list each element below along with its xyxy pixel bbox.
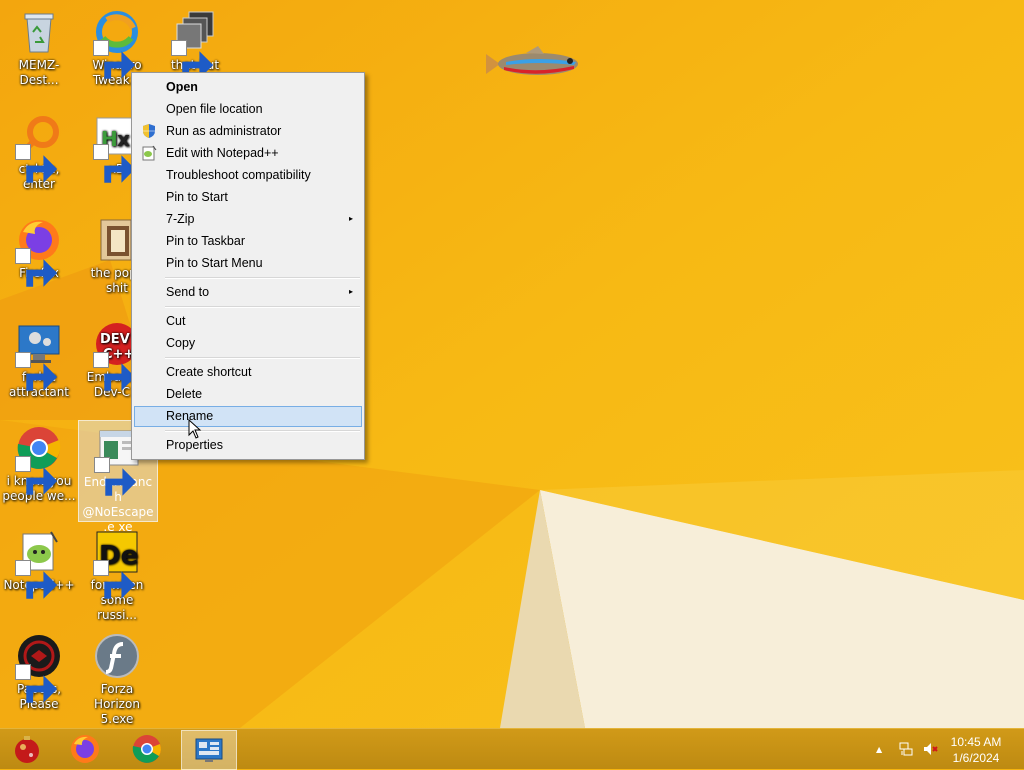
windows-stack-icon	[171, 8, 219, 79]
menu-item-open-file-location[interactable]: Open file location	[135, 99, 361, 119]
firefox-icon	[15, 216, 63, 287]
svg-text:DEV: DEV	[100, 332, 130, 347]
system-clock[interactable]: 10:45 AM 1/6/2024	[946, 734, 1006, 766]
clock-date: 1/6/2024	[952, 751, 1000, 765]
menu-item-run-as-administrator[interactable]: Run as administrator	[135, 121, 361, 141]
de-logo-icon: De	[93, 528, 141, 599]
desktop-icon-memz[interactable]: MEMZ-Dest...	[0, 4, 78, 104]
menu-item-create-shortcut[interactable]: Create shortcut	[135, 362, 361, 382]
taskbar-control-panel[interactable]	[181, 730, 237, 770]
chrome-icon	[15, 424, 63, 495]
menu-separator	[165, 357, 360, 359]
shortcut-arrow-icon	[15, 352, 58, 391]
shortcut-arrow-icon	[15, 248, 58, 287]
monitor-gear-icon	[15, 320, 63, 391]
volume-muted-icon[interactable]	[922, 741, 938, 757]
context-menu: Open Open file location Run as administr…	[131, 72, 365, 460]
menu-item-delete[interactable]: Delete	[135, 384, 361, 404]
shortcut-arrow-icon	[93, 352, 136, 391]
shortcut-arrow-icon	[93, 40, 136, 79]
notepadpp-icon	[15, 528, 63, 599]
show-hidden-icons-button[interactable]: ▲	[876, 745, 882, 754]
shortcut-arrow-icon	[93, 144, 136, 183]
menu-item-edit-with-notepadpp[interactable]: Edit with Notepad++	[135, 143, 361, 163]
chrome-icon	[132, 735, 161, 763]
shortcut-arrow-icon	[171, 40, 214, 79]
menu-item-pin-to-taskbar[interactable]: Pin to Taskbar	[135, 231, 361, 251]
menu-item-cut[interactable]: Cut	[135, 311, 361, 331]
menu-item-send-to[interactable]: Send to ▸	[135, 282, 361, 302]
desktop-icon-firefox[interactable]: Firefox	[0, 212, 78, 312]
network-icon[interactable]	[898, 741, 914, 757]
menu-item-pin-to-start[interactable]: Pin to Start	[135, 187, 361, 207]
menu-separator	[165, 277, 360, 279]
menu-item-troubleshoot-compatibility[interactable]: Troubleshoot compatibility	[135, 165, 361, 185]
recycle-bin-icon	[15, 8, 63, 56]
menu-item-pin-to-start-menu[interactable]: Pin to Start Menu	[135, 253, 361, 273]
menu-item-7zip[interactable]: 7-Zip ▸	[135, 209, 361, 229]
start-button[interactable]	[0, 730, 54, 768]
ornament-start-icon	[15, 736, 39, 763]
desktop-icon-forza[interactable]: Forza Horizon 5.exe	[78, 628, 156, 728]
shortcut-arrow-icon	[94, 457, 137, 496]
desktop-icon-label: MEMZ-Dest...	[18, 58, 60, 87]
menu-item-copy[interactable]: Copy	[135, 333, 361, 353]
menu-separator	[165, 306, 360, 308]
flash-icon	[93, 632, 141, 680]
submenu-arrow-icon: ▸	[348, 214, 353, 223]
desktop-icon-papers-please[interactable]: Papers, Please	[0, 628, 78, 728]
submenu-arrow-icon: ▸	[348, 287, 353, 296]
neon-tetra-fish	[486, 46, 578, 75]
desktop-icon-ctrl-a-enter[interactable]: ctrl+a, enter	[0, 108, 78, 208]
winaero-icon	[93, 8, 141, 79]
clock-time: 10:45 AM	[950, 735, 1002, 749]
taskbar-chrome[interactable]	[120, 730, 174, 768]
mouse-cursor-icon	[188, 419, 202, 439]
firefox-icon	[71, 735, 99, 763]
taskbar: ▲ 10:45 AM 1/6/2024	[0, 728, 1024, 770]
shortcut-arrow-icon	[15, 144, 58, 183]
shortcut-arrow-icon	[15, 560, 58, 599]
desktop-icon-chrome[interactable]: i know you people we...	[0, 420, 78, 520]
notepadpp-small-icon	[142, 145, 157, 161]
shortcut-arrow-icon	[93, 560, 136, 599]
shortcut-arrow-icon	[15, 664, 58, 703]
uac-shield-icon	[143, 124, 155, 138]
desktop-icon-russi[interactable]: De for when some russi...	[78, 524, 156, 624]
menu-item-properties[interactable]: Properties	[135, 435, 361, 455]
menu-item-open[interactable]: Open	[135, 77, 361, 97]
shortcut-arrow-icon	[15, 456, 58, 495]
desktop-icon-label: Forza Horizon 5.exe	[94, 682, 140, 726]
search-orange-icon	[15, 112, 63, 183]
control-panel-icon	[195, 738, 223, 762]
taskbar-firefox[interactable]	[58, 730, 112, 768]
papers-please-icon	[15, 632, 63, 703]
desktop-icon-notepadpp[interactable]: Notepad++	[0, 524, 78, 624]
desktop-icon-forkie[interactable]: forkie attractant	[0, 316, 78, 416]
menu-item-rename[interactable]: Rename	[134, 406, 362, 427]
